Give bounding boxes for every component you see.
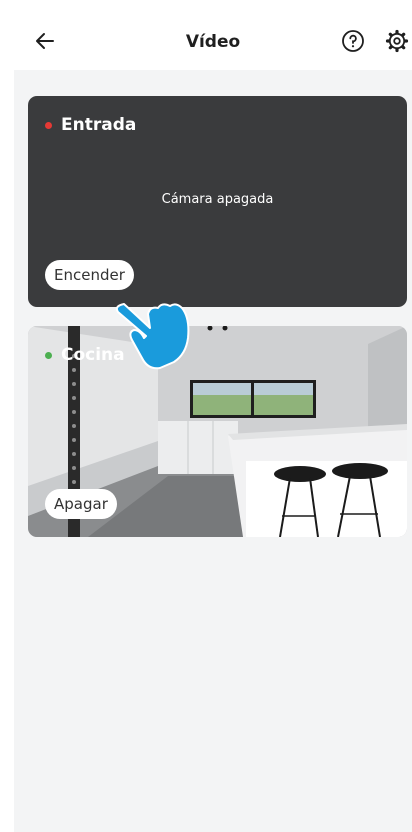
app-screen: Vídeo Entrada Cámara apagada Encender Co… (14, 10, 412, 832)
camera-name: Entrada (61, 115, 137, 135)
settings-button[interactable] (384, 28, 410, 54)
camera-card-cocina[interactable]: Cocina Apagar (28, 326, 407, 537)
pointing-hand-icon (115, 303, 190, 370)
camera-status-text: Cámara apagada (161, 192, 274, 207)
status-dot (45, 351, 52, 359)
turn-off-button[interactable]: Apagar (45, 489, 117, 519)
gear-icon (385, 29, 409, 53)
camera-label: Entrada (45, 115, 136, 135)
top-bar: Vídeo (14, 10, 412, 70)
turn-on-button[interactable]: Encender (45, 260, 134, 290)
camera-card-entrada[interactable]: Entrada Cámara apagada Encender (28, 96, 407, 307)
help-button[interactable] (340, 28, 366, 54)
status-dot (45, 121, 52, 129)
question-circle-icon (342, 30, 364, 52)
